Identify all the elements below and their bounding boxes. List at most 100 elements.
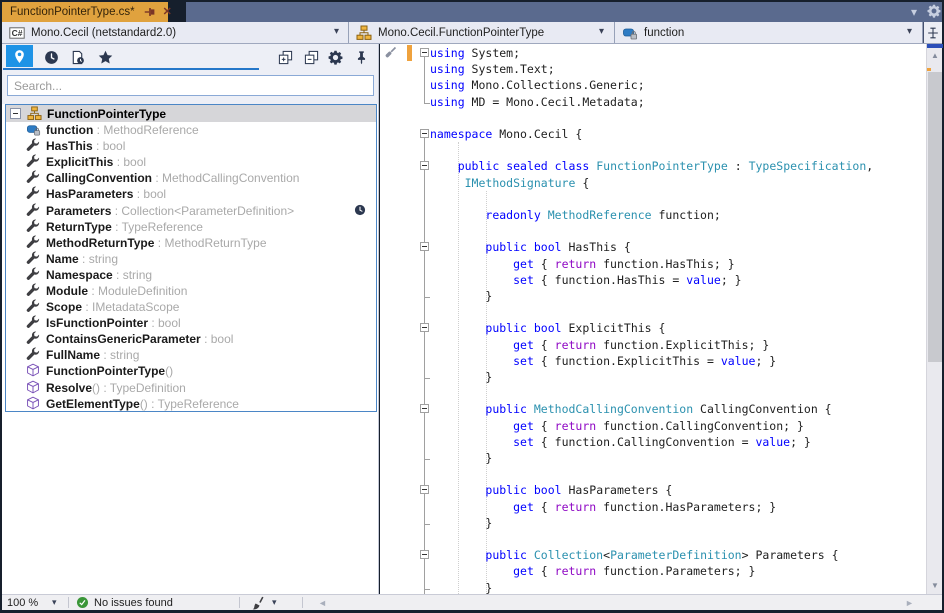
tree-item-MethodReturnType[interactable]: MethodReturnType : MethodReturnType (6, 235, 376, 251)
window-menu-chevron-icon[interactable]: ▾ (906, 4, 922, 20)
splitter-grip[interactable] (927, 44, 943, 48)
tree-item-HasThis[interactable]: HasThis : bool (6, 138, 376, 154)
tree-item-ExplicitThis[interactable]: ExplicitThis : bool (6, 154, 376, 170)
fold-collapse-icon[interactable] (420, 485, 429, 494)
fold-collapse-icon[interactable] (420, 129, 429, 138)
tree-item-Name[interactable]: Name : string (6, 251, 376, 267)
type-dropdown[interactable]: Mono.Cecil.FunctionPointerType ▾ (349, 22, 615, 43)
separator (302, 597, 303, 608)
tree-item-FunctionPointerType[interactable]: FunctionPointerType() (6, 363, 376, 379)
star-icon[interactable] (94, 47, 116, 67)
vertical-scrollbar[interactable]: ▲ ▼ (926, 44, 942, 594)
code-line-15[interactable]: set { function.HasThis = value; } (430, 272, 742, 288)
code-line-29[interactable]: get { return function.HasParameters; } (430, 499, 776, 515)
code-line-9[interactable]: IMethodSignature { (430, 175, 589, 191)
scroll-down-icon[interactable]: ▼ (927, 581, 943, 591)
tree-item-function[interactable]: function : MethodReference (6, 122, 376, 138)
member-name: Parameters (46, 204, 111, 218)
fold-collapse-icon[interactable] (420, 161, 429, 170)
gear-icon[interactable] (324, 47, 346, 67)
health-check-icon[interactable] (76, 596, 89, 609)
code-line-2[interactable]: using System.Text; (430, 61, 555, 77)
window-options-gear-icon[interactable] (926, 4, 942, 20)
fold-collapse-icon[interactable] (420, 404, 429, 413)
code-cleanup-chevron-icon[interactable]: ▾ (272, 597, 277, 608)
tree-item-HasParameters[interactable]: HasParameters : bool (6, 186, 376, 202)
tree-header-row[interactable]: FunctionPointerType (6, 105, 376, 122)
property-wrench-icon (26, 283, 42, 299)
tree-item-FullName[interactable]: FullName : string (6, 347, 376, 363)
tree-item-Scope[interactable]: Scope : IMetadataScope (6, 299, 376, 315)
project-dropdown-value: Mono.Cecil (netstandard2.0) (31, 27, 176, 39)
collapse-expander-icon[interactable] (10, 108, 21, 119)
tree-item-CallingConvention[interactable]: CallingConvention : MethodCallingConvent… (6, 170, 376, 186)
zoom-level-value[interactable]: 100 % (7, 596, 38, 610)
titlebar-band[interactable] (186, 2, 942, 22)
member-name: GetElementType (46, 397, 140, 411)
tree-item-ReturnType[interactable]: ReturnType : TypeReference (6, 219, 376, 235)
fold-collapse-icon[interactable] (420, 550, 429, 559)
zoom-dropdown-chevron-icon[interactable]: ▾ (52, 597, 57, 608)
scroll-up-icon[interactable]: ▲ (927, 51, 943, 61)
active-tab-underline (3, 68, 259, 70)
location-pin-icon[interactable] (6, 45, 33, 67)
quick-actions-screwdriver-icon[interactable] (383, 45, 398, 65)
property-wrench-icon (26, 347, 42, 363)
code-line-20[interactable]: set { function.ExplicitThis = value; } (430, 353, 776, 369)
code-line-34[interactable]: } (430, 580, 492, 594)
code-cleanup-broom-icon[interactable] (252, 596, 266, 610)
project-dropdown[interactable]: C# Mono.Cecil (netstandard2.0) ▾ (2, 22, 349, 43)
code-line-26[interactable]: } (430, 450, 492, 466)
code-line-21[interactable]: } (430, 369, 492, 385)
code-line-6[interactable]: namespace Mono.Cecil { (430, 126, 582, 142)
tree-item-Resolve[interactable]: Resolve() : TypeDefinition (6, 380, 376, 396)
fold-extent-line (424, 332, 425, 378)
code-line-14[interactable]: get { return function.HasThis; } (430, 256, 735, 272)
member-dropdown[interactable]: function ▾ (615, 22, 923, 43)
code-line-16[interactable]: } (430, 288, 492, 304)
csharp-project-icon: C# (9, 25, 25, 41)
code-line-24[interactable]: get { return function.CallingConvention;… (430, 418, 804, 434)
code-editor[interactable]: using System;using System.Text;using Mon… (380, 44, 926, 594)
member-name: CallingConvention (46, 171, 152, 185)
document-history-icon[interactable] (66, 47, 88, 67)
health-status-text[interactable]: No issues found (94, 596, 173, 610)
scrollbar-thumb[interactable] (928, 72, 942, 362)
fold-collapse-icon[interactable] (420, 242, 429, 251)
document-tab[interactable]: FunctionPointerType.cs* ✕ (2, 2, 168, 22)
code-line-19[interactable]: get { return function.ExplicitThis; } (430, 337, 769, 353)
tree-item-GetElementType[interactable]: GetElementType() : TypeReference (6, 396, 376, 412)
code-line-28[interactable]: public bool HasParameters { (430, 482, 672, 498)
code-line-25[interactable]: set { function.CallingConvention = value… (430, 434, 811, 450)
tree-item-Namespace[interactable]: Namespace : string (6, 267, 376, 283)
fold-collapse-icon[interactable] (420, 323, 429, 332)
hscroll-left-icon[interactable]: ◄ (318, 597, 327, 609)
close-tab-icon[interactable]: ✕ (163, 5, 172, 19)
code-line-33[interactable]: get { return function.Parameters; } (430, 563, 755, 579)
collapse-all-icon[interactable] (300, 47, 322, 67)
tree-item-Parameters[interactable]: Parameters : Collection<ParameterDefinit… (6, 202, 376, 218)
history-clock-icon[interactable] (40, 47, 62, 67)
member-name: Name (46, 252, 79, 266)
fold-collapse-icon[interactable] (420, 48, 429, 57)
code-line-3[interactable]: using Mono.Collections.Generic; (430, 77, 645, 93)
code-line-23[interactable]: public MethodCallingConvention CallingCo… (430, 401, 832, 417)
code-line-18[interactable]: public bool ExplicitThis { (430, 320, 665, 336)
split-editor-button[interactable] (923, 22, 942, 43)
code-line-13[interactable]: public bool HasThis { (430, 239, 631, 255)
expand-all-icon[interactable] (274, 47, 296, 67)
pin-tab-icon[interactable] (143, 5, 157, 19)
search-input[interactable] (7, 75, 374, 96)
code-navigation-bar: C# Mono.Cecil (netstandard2.0) ▾ Mono.Ce… (2, 22, 942, 44)
code-line-8[interactable]: public sealed class FunctionPointerType … (430, 158, 873, 174)
hscroll-right-icon[interactable]: ► (905, 597, 914, 609)
code-line-1[interactable]: using System; (430, 45, 520, 61)
code-line-4[interactable]: using MD = Mono.Cecil.Metadata; (430, 94, 645, 110)
code-line-30[interactable]: } (430, 515, 492, 531)
tree-item-ContainsGenericParameter[interactable]: ContainsGenericParameter : bool (6, 331, 376, 347)
tree-item-IsFunctionPointer[interactable]: IsFunctionPointer : bool (6, 315, 376, 331)
code-line-11[interactable]: readonly MethodReference function; (430, 207, 721, 223)
pushpin-icon[interactable] (350, 47, 372, 67)
tree-item-Module[interactable]: Module : ModuleDefinition (6, 283, 376, 299)
code-line-32[interactable]: public Collection<ParameterDefinition> P… (430, 547, 839, 563)
